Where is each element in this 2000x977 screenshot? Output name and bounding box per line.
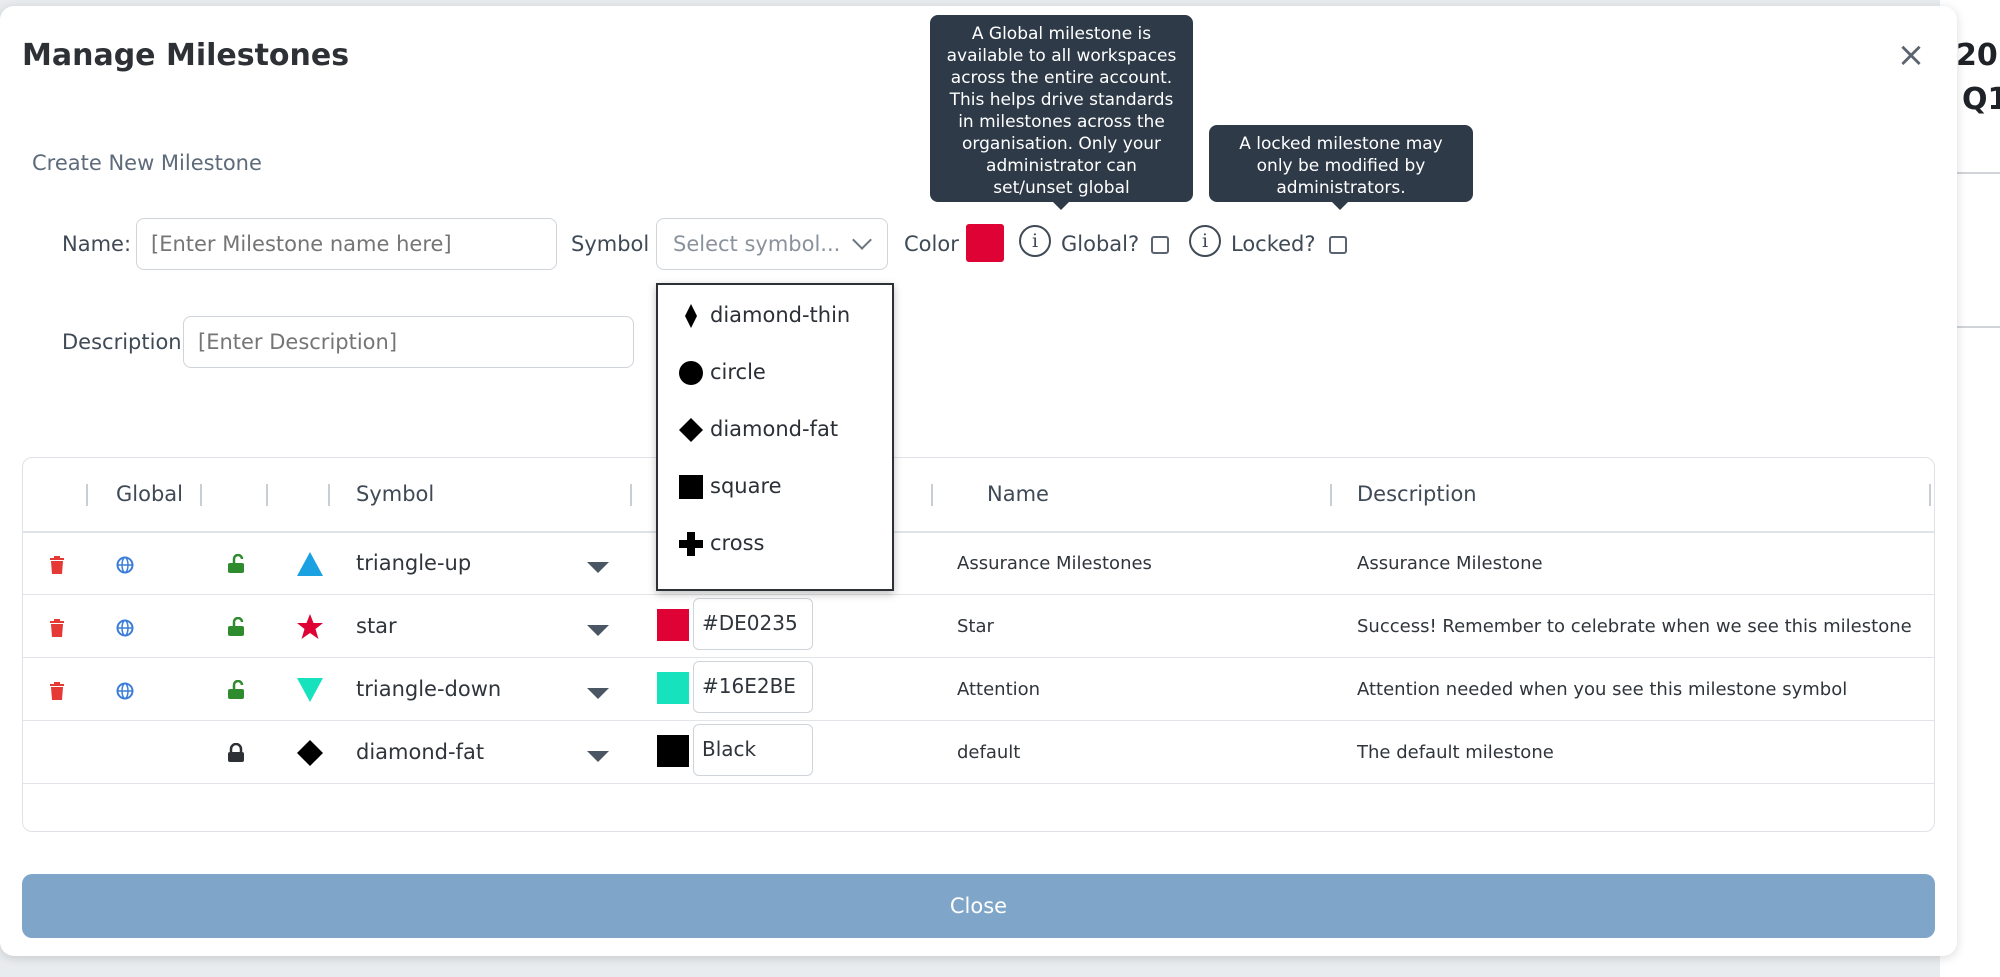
- symbol-value: star: [356, 614, 397, 638]
- background-divider: [1955, 326, 2000, 328]
- chevron-down-icon: [852, 230, 872, 250]
- diamond-fat-icon: [679, 418, 703, 442]
- color-label: Color: [904, 232, 959, 256]
- locked-label: Locked?: [1231, 232, 1316, 256]
- diamond-thin-icon: [685, 304, 697, 328]
- milestone-name: Star: [957, 616, 994, 637]
- symbol-label: Symbol: [571, 232, 650, 256]
- symbol-option-cross[interactable]: cross: [678, 523, 764, 563]
- globe-icon[interactable]: [116, 556, 134, 574]
- info-icon-global[interactable]: i: [1019, 225, 1051, 257]
- symbol-option-diamond-fat[interactable]: diamond-fat: [678, 409, 838, 449]
- manage-milestones-modal: Manage Milestones × Create New Milestone…: [0, 6, 1957, 956]
- background-quarter: Q1: [1962, 82, 2000, 117]
- table-row: diamond-fat Black default The default mi…: [23, 721, 1934, 784]
- milestone-name: default: [957, 742, 1021, 763]
- diamond-fat-icon: [297, 740, 323, 766]
- color-hex-input[interactable]: Black: [693, 724, 813, 776]
- triangle-up-icon: [297, 552, 323, 576]
- table-row: triangle-down #16E2BE Attention Attentio…: [23, 658, 1934, 721]
- close-icon[interactable]: ×: [1896, 38, 1926, 72]
- symbol-option-label: square: [710, 474, 782, 498]
- locked-tooltip: A locked milestone may only be modified …: [1209, 125, 1473, 210]
- symbol-option-label: diamond-thin: [710, 303, 851, 327]
- symbol-dropdown-caret[interactable]: [587, 688, 609, 699]
- symbol-option-label: diamond-fat: [710, 417, 839, 441]
- name-label: Name:: [62, 232, 132, 256]
- square-icon: [679, 475, 703, 499]
- background-divider: [1955, 172, 2000, 174]
- color-swatch[interactable]: [657, 735, 689, 767]
- unlock-icon[interactable]: [227, 617, 245, 637]
- symbol-value: triangle-down: [356, 677, 502, 701]
- color-hex-input[interactable]: #16E2BE: [693, 661, 813, 713]
- cross-icon: [679, 532, 703, 556]
- symbol-option-label: cross: [710, 531, 765, 555]
- description-input[interactable]: [183, 316, 634, 368]
- unlock-icon[interactable]: [227, 680, 245, 700]
- color-swatch[interactable]: [657, 609, 689, 641]
- trash-icon[interactable]: [49, 619, 65, 637]
- color-hex-input[interactable]: #DE0235: [693, 598, 813, 650]
- global-tooltip: A Global milestone is available to all w…: [930, 15, 1193, 220]
- symbol-option-diamond-thin[interactable]: diamond-thin: [678, 295, 850, 335]
- trash-icon[interactable]: [49, 682, 65, 700]
- header-name: Name: [987, 482, 1049, 506]
- table-row: triangle-up Assurance Milestones Assuran…: [23, 532, 1934, 595]
- global-tooltip-text: A Global milestone is available to all w…: [946, 24, 1177, 220]
- circle-icon: [679, 361, 703, 385]
- milestone-name: Attention: [957, 679, 1041, 700]
- milestone-description: Assurance Milestone: [1357, 553, 1543, 574]
- symbol-option-label: circle: [710, 360, 766, 384]
- description-label: Description: [62, 330, 182, 354]
- info-icon-locked[interactable]: i: [1189, 225, 1221, 257]
- locked-tooltip-text: A locked milestone may only be modified …: [1239, 134, 1443, 198]
- header-global: Global: [116, 482, 183, 506]
- symbol-value: diamond-fat: [356, 740, 485, 764]
- symbol-dropdown-caret[interactable]: [587, 562, 609, 573]
- star-icon: [297, 614, 323, 639]
- globe-icon[interactable]: [116, 619, 134, 637]
- global-label: Global?: [1061, 232, 1140, 256]
- header-symbol: Symbol: [356, 482, 435, 506]
- symbol-value: triangle-up: [356, 551, 472, 575]
- symbol-select[interactable]: Select symbol...: [656, 218, 888, 270]
- background-year: 202: [1956, 38, 2000, 73]
- modal-title: Manage Milestones: [22, 38, 350, 73]
- lock-icon: [228, 743, 244, 762]
- close-button[interactable]: Close: [22, 874, 1935, 938]
- symbol-option-square[interactable]: square: [678, 466, 782, 506]
- trash-icon[interactable]: [49, 556, 65, 574]
- symbol-select-placeholder: Select symbol...: [673, 232, 841, 256]
- milestone-description: Success! Remember to celebrate when we s…: [1357, 616, 1912, 637]
- table-row: star #DE0235 Star Success! Remember to c…: [23, 595, 1934, 658]
- milestone-name-input[interactable]: [136, 218, 557, 270]
- milestones-table: Global Symbol Name Description triangle-…: [22, 457, 1935, 832]
- symbol-dropdown-caret[interactable]: [587, 751, 609, 762]
- milestone-description: Attention needed when you see this miles…: [1357, 679, 1848, 700]
- globe-icon[interactable]: [116, 682, 134, 700]
- global-checkbox[interactable]: [1151, 236, 1169, 254]
- symbol-dropdown-menu: diamond-thin circle diamond-fat square c…: [656, 283, 894, 591]
- triangle-down-icon: [297, 678, 323, 702]
- unlock-icon[interactable]: [227, 554, 245, 574]
- color-swatch[interactable]: [657, 672, 689, 704]
- header-description: Description: [1357, 482, 1477, 506]
- color-picker-swatch[interactable]: [966, 224, 1004, 262]
- symbol-dropdown-caret[interactable]: [587, 625, 609, 636]
- locked-checkbox[interactable]: [1329, 236, 1347, 254]
- milestone-name: Assurance Milestones: [957, 553, 1152, 574]
- section-title: Create New Milestone: [32, 151, 262, 175]
- symbol-option-circle[interactable]: circle: [678, 352, 766, 392]
- milestone-description: The default milestone: [1357, 742, 1554, 763]
